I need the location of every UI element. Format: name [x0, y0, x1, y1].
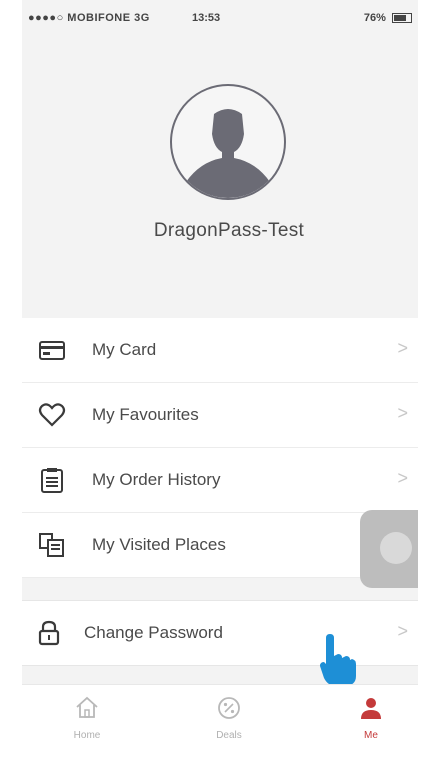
app-screen: ●●●●○ MOBIFONE 3G 13:53 76% DragonPass-T…: [22, 0, 418, 760]
menu-item-my-order-history[interactable]: My Order History >: [22, 448, 418, 513]
tab-label: Me: [364, 730, 378, 741]
lock-icon: [38, 620, 60, 646]
chevron-right-icon: >: [397, 468, 408, 488]
tab-deals[interactable]: Deals: [184, 695, 274, 741]
avatar[interactable]: [170, 84, 286, 200]
username: DragonPass-Test: [153, 220, 305, 241]
tab-bar: Home Deals Me: [22, 684, 418, 760]
status-bar: ●●●●○ MOBIFONE 3G 13:53 76%: [22, 0, 418, 36]
battery-percent: 76%: [363, 12, 386, 24]
account-menu: My Card > My Favourites > My Order Histo…: [22, 318, 418, 578]
clock-text: 13:53: [192, 12, 221, 24]
menu-item-label: My Favourites: [92, 405, 199, 424]
menu-item-label: My Card: [92, 340, 157, 359]
carrier-text: ●●●●○ MOBIFONE 3G: [28, 12, 150, 24]
menu-item-my-favourites[interactable]: My Favourites >: [22, 383, 418, 448]
deals-icon: [218, 697, 240, 719]
menu-item-label: My Order History: [92, 470, 221, 489]
clipboard-icon: [41, 468, 63, 493]
person-icon: [361, 698, 381, 719]
assistive-touch-button[interactable]: [360, 510, 418, 588]
menu-item-change-password[interactable]: Change Password >: [22, 600, 418, 666]
tab-home[interactable]: Home: [42, 695, 132, 741]
home-icon: [76, 696, 98, 718]
menu-item-my-visited-places[interactable]: My Visited Places: [22, 513, 418, 578]
assistive-touch-dot: [380, 532, 412, 564]
tab-label: Deals: [216, 730, 242, 741]
card-icon: [39, 341, 65, 360]
tab-me[interactable]: Me: [326, 695, 416, 741]
menu-item-my-card[interactable]: My Card >: [22, 318, 418, 383]
visited-places-icon: [39, 533, 64, 557]
menu-item-label: Change Password: [84, 623, 223, 642]
tab-label: Home: [73, 730, 101, 741]
chevron-right-icon: >: [397, 621, 408, 641]
chevron-right-icon: >: [397, 338, 408, 358]
chevron-right-icon: >: [397, 403, 408, 423]
user-silhouette-icon: [186, 109, 270, 198]
battery-indicator: 76%: [364, 12, 412, 24]
menu-item-label: My Visited Places: [92, 535, 226, 554]
heart-icon: [38, 403, 66, 427]
profile-header: DragonPass-Test: [22, 36, 418, 294]
battery-icon: [392, 13, 412, 24]
pointing-hand-icon: [320, 634, 356, 686]
